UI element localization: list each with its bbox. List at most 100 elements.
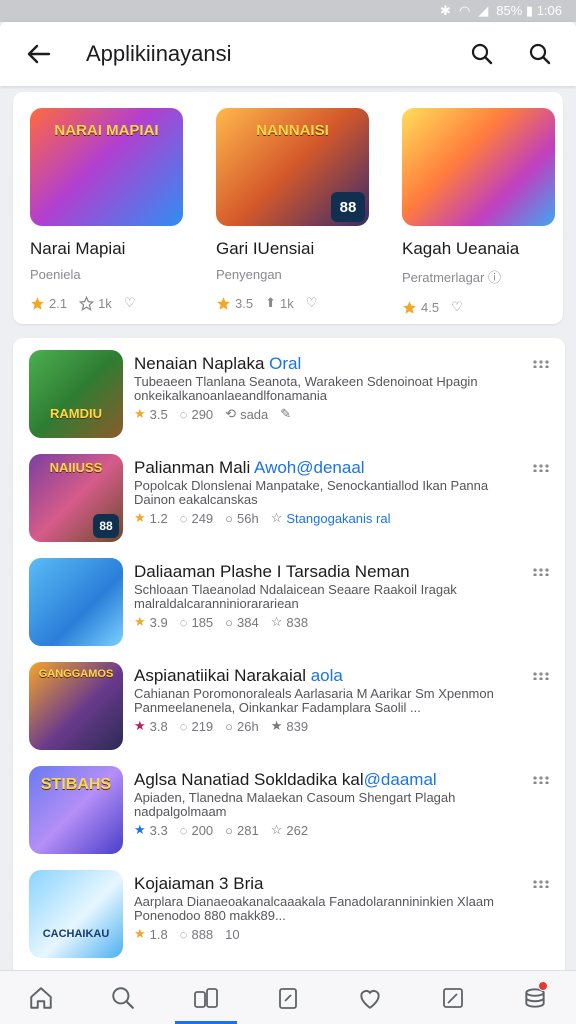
nav-home[interactable] [0, 971, 82, 1024]
star-icon [403, 300, 416, 314]
list-item[interactable]: Daliaaman Plashe I Tarsadia Neman Schloa… [13, 546, 565, 650]
app-icon: GANGGAMOS [29, 662, 123, 750]
list-item[interactable]: NAIIUSS 88 Palianman Mali Awoh@denaal Pop… [13, 442, 565, 546]
featured-title: Narai Mapiai [30, 239, 126, 258]
star-icon: ★ [134, 406, 146, 421]
featured-card[interactable]: NANNAISI 88 Gari IUensiai Penyengan 3.5 … [216, 108, 376, 315]
share-count: 384 [237, 614, 259, 630]
app-icon: CACHAIKAU [29, 870, 123, 958]
list-item-meta: ★ 1.8 ◌ 888 10 [134, 926, 240, 942]
search-button[interactable] [460, 32, 504, 76]
comment-count: 185 [191, 614, 214, 630]
search-icon [471, 43, 493, 65]
heart-icon: ♡ [305, 295, 318, 310]
featured-meta: 4.5 ♡ [402, 299, 562, 315]
featured-stat: 1k [98, 295, 112, 311]
comment-icon: ◌ [179, 822, 188, 838]
star-icon [217, 296, 230, 310]
list-item-meta: ★ 1.2 ◌ 249 ○ 56h ☆ Stangogakanis ral [134, 510, 390, 526]
app-icon: NAIIUSS 88 [29, 454, 123, 542]
list-item-accent: @daamal [363, 770, 437, 789]
featured-rating: 4.5 [421, 299, 440, 315]
heart-icon [360, 989, 380, 1009]
app-icon: RAMDIU [29, 350, 123, 438]
featured-subtitle: Peratmerlagar ⓘ [402, 270, 501, 285]
list-item[interactable]: CACHAIKAU Kojaiaman 3 Bria Aarplara Dian… [13, 858, 565, 962]
featured-subtitle: Poeniela [30, 267, 81, 282]
rating: 1.8 [149, 926, 168, 942]
star-outline-icon: ☆ [270, 614, 283, 629]
search-button-secondary[interactable] [518, 32, 562, 76]
rating: 3.3 [149, 822, 168, 838]
comment-icon: ◌ [179, 406, 188, 422]
favorite-count: 838 [286, 614, 309, 630]
more-options-button[interactable] [529, 664, 553, 688]
featured-meta: 2.1 1k ♡ [30, 295, 190, 311]
app-bar: Applikiinayansi [0, 22, 576, 86]
list-item-title: Palianman Mali Awoh@denaal [134, 458, 365, 477]
comment-icon: ◌ [179, 718, 188, 734]
heart-icon: ♡ [123, 295, 136, 310]
share-count: 26h [237, 718, 259, 734]
list-item[interactable]: RAMDIU Nenaian Naplaka Oral Tubeaeen Tla… [13, 338, 565, 442]
list-item-meta: ★ 3.8 ◌ 219 ○ 26h ★ 839 [134, 718, 308, 734]
featured-rating: 2.1 [49, 295, 68, 311]
rating: 3.5 [149, 406, 168, 422]
nav-favorites[interactable] [329, 971, 411, 1024]
nav-edit[interactable] [411, 971, 493, 1024]
clipboard-icon [279, 987, 297, 1009]
more-options-button[interactable] [529, 456, 553, 480]
nav-tasks[interactable] [247, 971, 329, 1024]
star-outline-icon [79, 295, 95, 311]
bluetooth-icon: ✱ [440, 3, 451, 18]
app-badge: 88 [93, 514, 119, 538]
more-options-button[interactable] [529, 560, 553, 584]
share-count: 56h [237, 510, 259, 526]
list-item-title: Nenaian Naplaka Oral [134, 354, 302, 373]
list-item-accent: Oral [269, 354, 302, 373]
wifi-icon: ◠ [458, 3, 471, 18]
more-options-button[interactable] [529, 872, 553, 896]
list-item-title: Aspianatiikai Narakaial aola [134, 666, 343, 685]
more-options-button[interactable] [529, 352, 553, 376]
comment-count: 219 [191, 718, 214, 734]
share-count: 281 [237, 822, 259, 838]
app-icon: STIBAHS [29, 766, 123, 854]
status-bar: ✱ ◠ ◢ 85% ▮ 1:06 [0, 0, 576, 22]
featured-title: Kagah Ueanaia [402, 239, 520, 258]
arrow-left-icon [27, 44, 51, 64]
share-icon: ⟲ [225, 406, 237, 421]
back-button[interactable] [18, 34, 58, 74]
star-outline-icon: ☆ [270, 822, 283, 837]
star-icon: ★ [134, 510, 146, 525]
featured-card[interactable]: Kagah Ueanaia Peratmerlagar ⓘ 4.5 ♡ [402, 108, 562, 315]
comment-icon: ◌ [179, 614, 188, 630]
more-dots-icon [533, 568, 549, 576]
list-item-title: Aglsa Nanatiad Sokldadika kal@daamal [134, 770, 437, 789]
list-item-tag: Stangogakanis ral [286, 510, 391, 526]
app-icon [29, 558, 123, 646]
rating: 1.2 [149, 510, 168, 526]
nav-search[interactable] [82, 971, 164, 1024]
notification-badge [537, 981, 548, 991]
featured-card[interactable]: NARAI MAPIAI Narai Mapiai Poeniela 2.1 1… [30, 108, 190, 315]
search-icon [112, 986, 135, 1009]
list-item-title: Daliaaman Plashe I Tarsadia Neman [134, 562, 410, 581]
nav-library[interactable] [494, 971, 576, 1024]
app-list[interactable]: RAMDIU Nenaian Naplaka Oral Tubeaeen Tla… [13, 338, 565, 978]
featured-app-artwork: NANNAISI 88 [216, 108, 369, 226]
more-options-button[interactable] [529, 768, 553, 792]
featured-carousel[interactable]: NARAI MAPIAI Narai Mapiai Poeniela 2.1 1… [13, 92, 563, 324]
comment-icon: ◌ [179, 510, 188, 526]
apps-icon [193, 987, 218, 1008]
featured-app-artwork: NARAI MAPIAI [30, 108, 183, 226]
featured-stat: 1k [279, 295, 294, 311]
star-icon [31, 296, 44, 310]
heart-icon: ♡ [451, 299, 463, 314]
more-dots-icon [533, 672, 549, 680]
star-icon: ★ [134, 614, 146, 629]
nav-apps[interactable] [165, 971, 247, 1024]
list-item[interactable]: STIBAHS Aglsa Nanatiad Sokldadika kal@da… [13, 754, 565, 858]
pin-icon: ✎ [280, 406, 292, 421]
list-item[interactable]: GANGGAMOS Aspianatiikai Narakaial aola C… [13, 650, 565, 754]
